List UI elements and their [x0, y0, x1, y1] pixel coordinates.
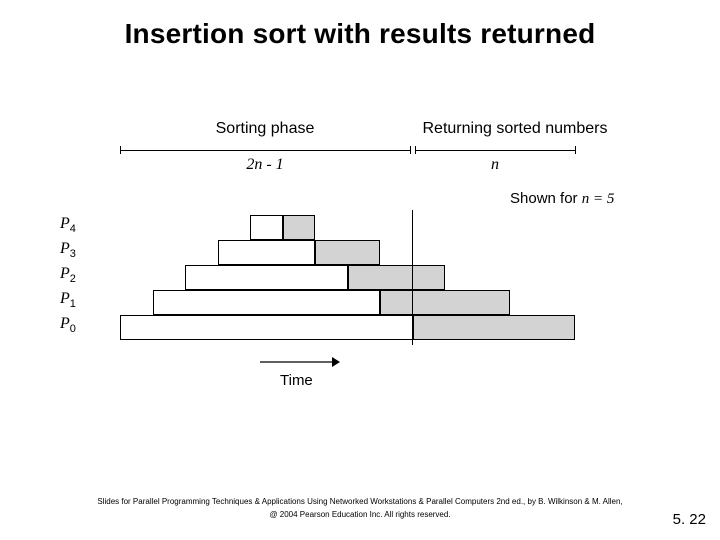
time-label: Time	[280, 372, 313, 389]
process-label-p0: P0	[60, 315, 76, 335]
returning-label: Returning sorted numbers	[415, 120, 615, 138]
phase-divider	[412, 210, 413, 345]
footer-attribution: Slides for Parallel Programming Techniqu…	[0, 496, 720, 522]
page-title: Insertion sort with results returned	[0, 18, 720, 50]
tick-mid-l	[410, 146, 411, 154]
tick-mid-r	[415, 146, 416, 154]
range-line-right	[415, 150, 575, 151]
p3-ret-box	[315, 240, 380, 265]
p4-ret-box	[283, 215, 316, 240]
range-line-left	[120, 150, 410, 151]
tick-start	[120, 146, 121, 154]
p2-ret-box	[348, 265, 446, 290]
p4-sort-box	[250, 215, 283, 240]
timing-diagram: Sorting phase Returning sorted numbers 2…	[80, 120, 640, 420]
p1-ret-box	[380, 290, 510, 315]
formula-2n-1: 2n - 1	[120, 156, 410, 174]
page-number: 5. 22	[673, 511, 706, 528]
p0-sort-box	[120, 315, 413, 340]
sorting-phase-label: Sorting phase	[120, 120, 410, 138]
p1-sort-box	[153, 290, 381, 315]
process-label-p3: P3	[60, 240, 76, 260]
shown-for-n: Shown for n = 5	[510, 190, 614, 208]
p0-ret-box	[413, 315, 576, 340]
process-label-p2: P2	[60, 265, 76, 285]
p2-sort-box	[185, 265, 348, 290]
process-label-p1: P1	[60, 290, 76, 310]
time-arrow	[260, 355, 340, 369]
tick-end	[575, 146, 576, 154]
p3-sort-box	[218, 240, 316, 265]
formula-n: n	[415, 156, 575, 174]
process-label-p4: P4	[60, 215, 76, 235]
